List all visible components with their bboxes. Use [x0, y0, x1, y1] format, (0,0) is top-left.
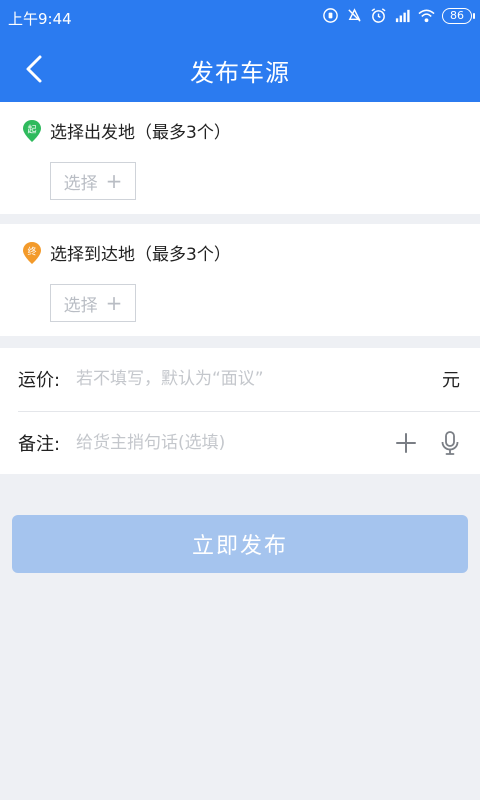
remark-input[interactable] [76, 423, 394, 463]
destination-section: 终 选择到达地（最多3个） 选择 + [0, 224, 480, 336]
microphone-icon[interactable] [440, 430, 460, 456]
origin-label: 选择出发地（最多3个） [50, 123, 231, 143]
plus-icon: + [105, 169, 123, 193]
origin-select-button[interactable]: 选择 + [50, 162, 136, 200]
battery-icon: 86 [442, 7, 475, 24]
hd-icon [323, 8, 338, 23]
page-title: 发布车源 [190, 59, 290, 87]
origin-badge-text: 起 [27, 124, 36, 135]
status-bar: 上午9:44 86 [0, 0, 480, 34]
plus-icon: + [105, 291, 123, 315]
destination-select-button[interactable]: 选择 + [50, 284, 136, 322]
mute-icon [348, 8, 361, 22]
freight-input[interactable] [76, 359, 442, 399]
alarm-icon [371, 8, 386, 23]
publish-button[interactable]: 立即发布 [12, 515, 468, 573]
freight-label: 运价: [18, 370, 61, 391]
origin-header: 起 选择出发地（最多3个） [22, 118, 231, 143]
header-bar: 发布车源 [0, 34, 480, 102]
remark-row: 备注: [18, 412, 466, 474]
freight-row: 运价: 元 [18, 348, 466, 410]
destination-label: 选择到达地（最多3个） [50, 245, 231, 265]
origin-pin-icon: 起 [23, 119, 41, 142]
destination-pin-icon: 终 [23, 241, 41, 264]
form-section: 运价: 元 备注: [0, 348, 480, 474]
status-time: 上午9:44 [8, 10, 72, 28]
wifi-icon [418, 9, 435, 23]
destination-header: 终 选择到达地（最多3个） [22, 240, 231, 265]
add-icon[interactable] [394, 431, 418, 455]
destination-badge-text: 终 [27, 245, 36, 257]
freight-unit: 元 [442, 370, 460, 391]
origin-select-label: 选择 [63, 173, 98, 194]
signal-icon [395, 9, 410, 23]
destination-select-label: 选择 [63, 295, 98, 316]
origin-section: 起 选择出发地（最多3个） 选择 + [0, 102, 480, 214]
remark-label: 备注: [18, 434, 61, 455]
status-icons: 86 [322, 7, 475, 24]
